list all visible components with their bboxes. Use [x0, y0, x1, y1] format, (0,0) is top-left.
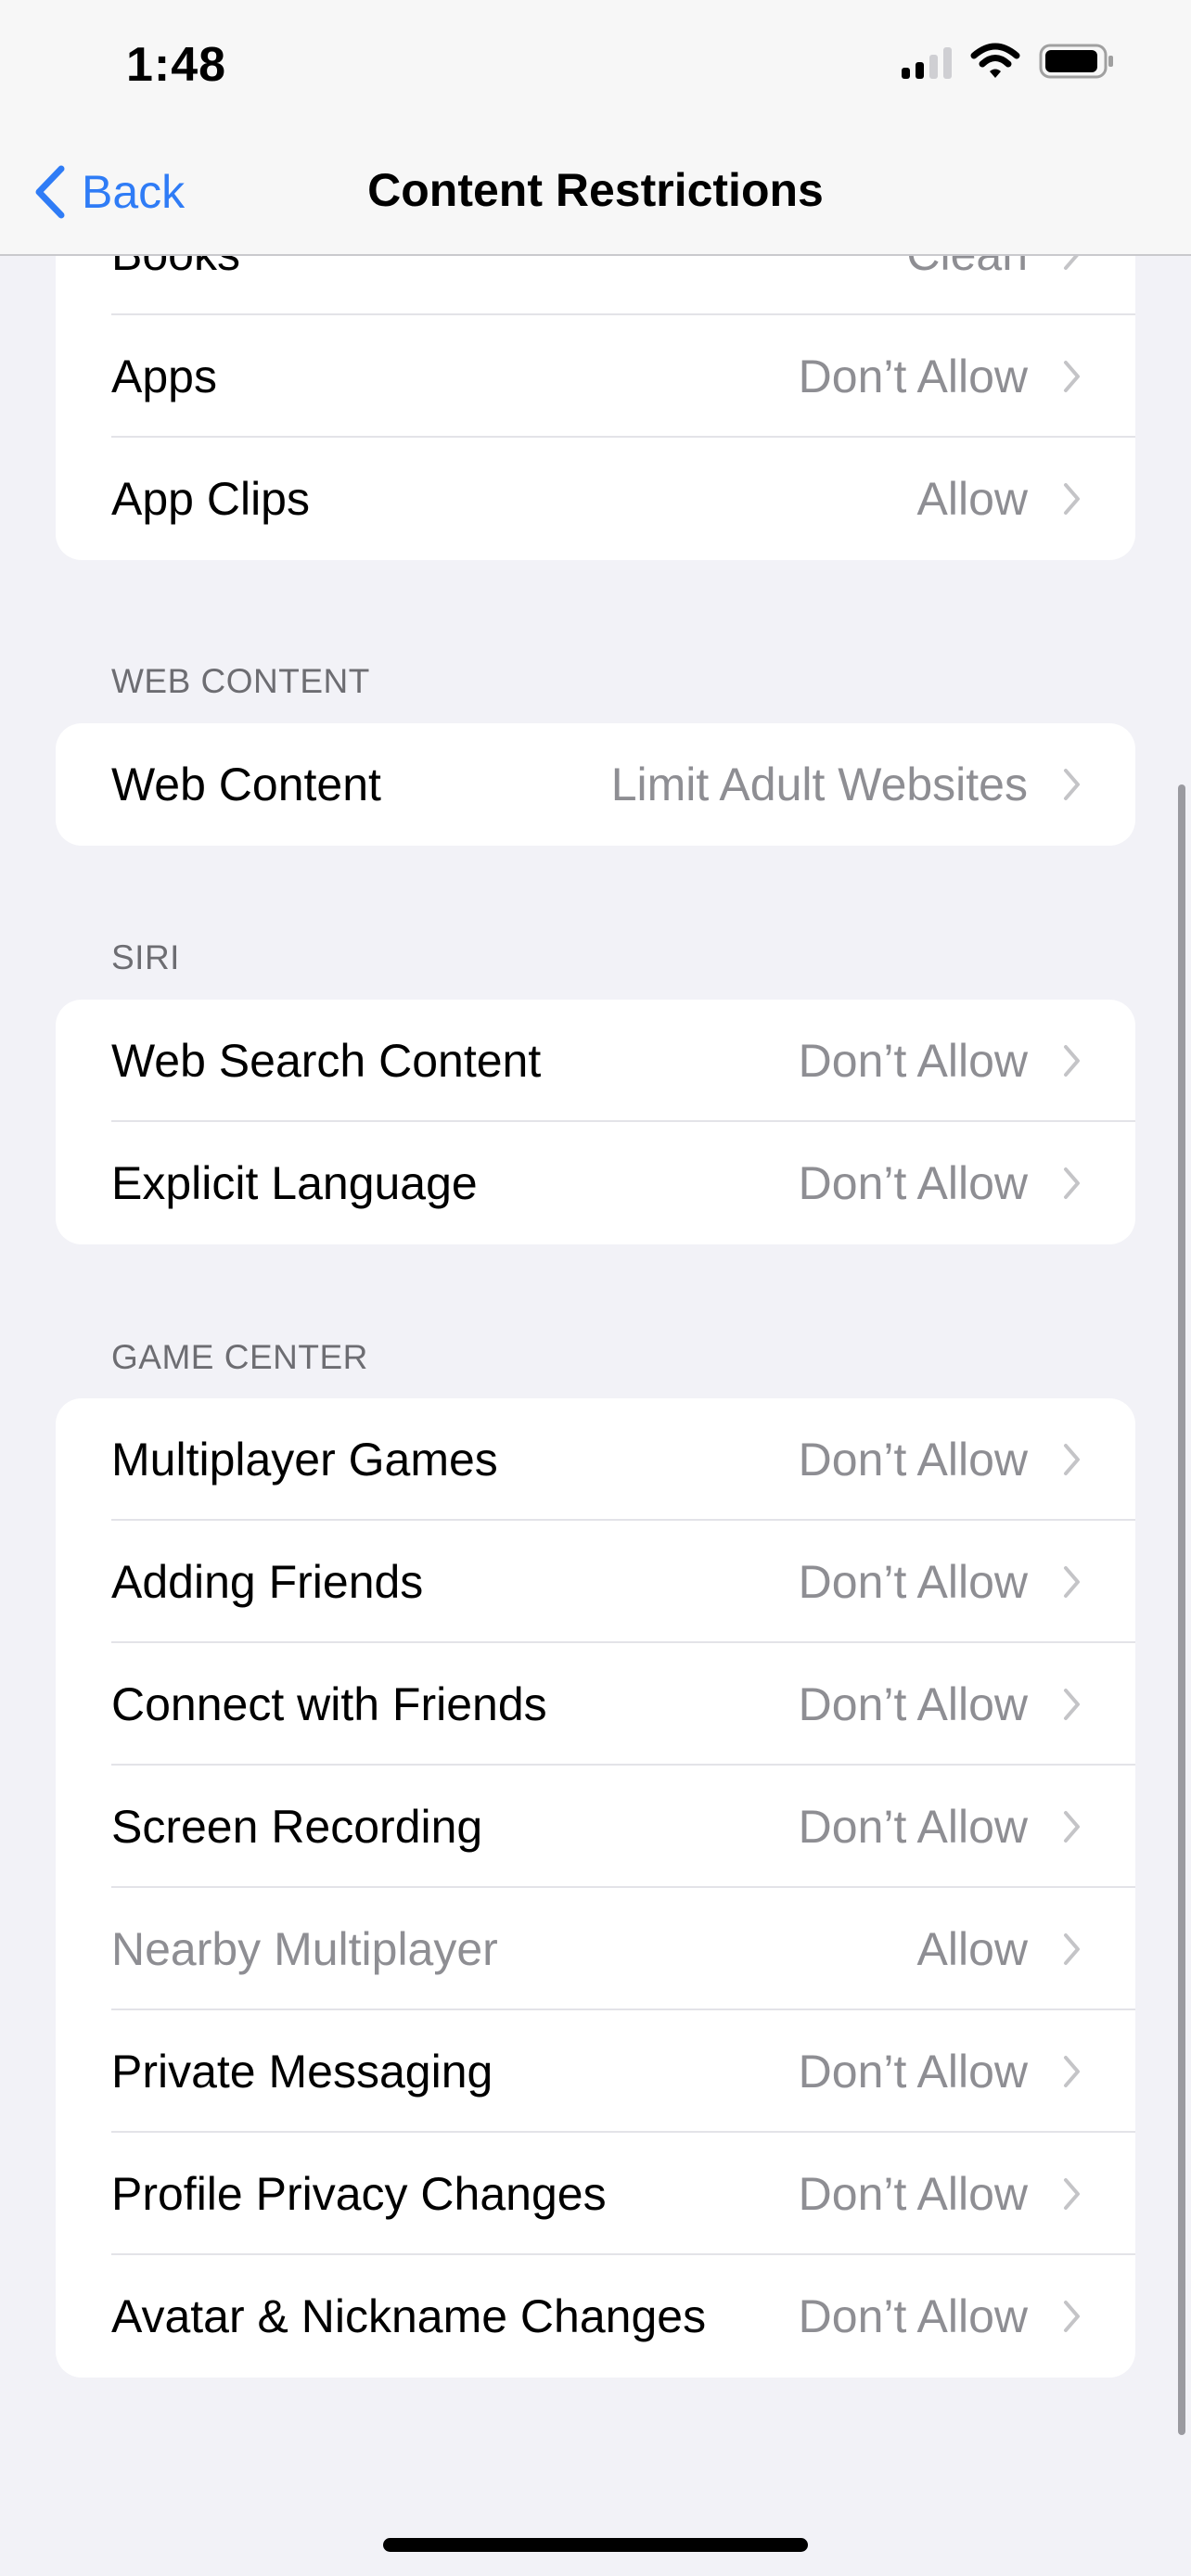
row-value: Don’t Allow	[798, 1556, 1028, 1608]
row-label: Multiplayer Games	[111, 1434, 498, 1486]
status-time: 1:48	[126, 38, 227, 92]
row-value: Don’t Allow	[798, 351, 1028, 402]
status-bar: 1:48	[0, 0, 1191, 139]
row-value: Allow	[916, 473, 1028, 525]
row-apps[interactable]: Apps Don’t Allow	[56, 315, 1135, 438]
battery-icon	[1039, 44, 1113, 79]
chevron-right-icon	[1064, 361, 1080, 392]
row-value: Don’t Allow	[798, 1678, 1028, 1730]
section-header-web-content: WEB CONTENT	[111, 662, 370, 700]
chevron-right-icon	[1064, 1444, 1080, 1475]
row-profile-privacy-changes[interactable]: Profile Privacy Changes Don’t Allow	[56, 2133, 1135, 2255]
row-multiplayer-games[interactable]: Multiplayer Games Don’t Allow	[56, 1398, 1135, 1521]
row-app-clips[interactable]: App Clips Allow	[56, 438, 1135, 560]
row-label: Web Content	[111, 759, 381, 810]
row-value: Don’t Allow	[798, 1035, 1028, 1087]
row-label: Apps	[111, 351, 217, 402]
row-private-messaging[interactable]: Private Messaging Don’t Allow	[56, 2010, 1135, 2133]
row-label: Avatar & Nickname Changes	[111, 2290, 707, 2342]
navigation-bar: Back Content Restrictions	[0, 139, 1191, 256]
row-value: Don’t Allow	[798, 1434, 1028, 1486]
row-label: Explicit Language	[111, 1157, 478, 1209]
section-header-game-center: GAME CENTER	[111, 1338, 368, 1376]
chevron-right-icon	[1064, 2301, 1080, 2332]
row-value: Don’t Allow	[798, 2290, 1028, 2342]
scroll-indicator[interactable]	[1178, 784, 1185, 2435]
section-header-siri: SIRI	[111, 938, 180, 976]
status-icons	[902, 43, 1115, 80]
wifi-icon	[970, 43, 1020, 78]
row-label: Private Messaging	[111, 2046, 493, 2098]
chevron-right-icon	[1064, 769, 1080, 800]
cellular-signal-icon	[902, 44, 952, 79]
row-label: Profile Privacy Changes	[111, 2168, 607, 2220]
siri-card: Web Search Content Don’t Allow Explicit …	[56, 1000, 1135, 1244]
chevron-right-icon	[1064, 2178, 1080, 2210]
row-value: Allow	[916, 1923, 1028, 1975]
row-screen-recording[interactable]: Screen Recording Don’t Allow	[56, 1766, 1135, 1888]
chevron-right-icon	[1064, 1167, 1080, 1199]
row-label: Connect with Friends	[111, 1678, 547, 1730]
row-value: Limit Adult Websites	[610, 759, 1028, 810]
row-adding-friends[interactable]: Adding Friends Don’t Allow	[56, 1521, 1135, 1643]
game-center-card: Multiplayer Games Don’t Allow Adding Fri…	[56, 1398, 1135, 2378]
row-connect-with-friends[interactable]: Connect with Friends Don’t Allow	[56, 1643, 1135, 1766]
chevron-right-icon	[1064, 2056, 1080, 2087]
chevron-right-icon	[1064, 483, 1080, 515]
row-value: Don’t Allow	[798, 1801, 1028, 1853]
home-indicator[interactable]	[383, 2538, 808, 2552]
page-title: Content Restrictions	[367, 164, 824, 216]
web-content-card: Web Content Limit Adult Websites	[56, 723, 1135, 846]
row-web-content[interactable]: Web Content Limit Adult Websites	[56, 723, 1135, 846]
chevron-right-icon	[1064, 1811, 1080, 1843]
row-value: Don’t Allow	[798, 2168, 1028, 2220]
row-avatar-nickname-changes[interactable]: Avatar & Nickname Changes Don’t Allow	[56, 2255, 1135, 2378]
row-label: App Clips	[111, 473, 310, 525]
settings-scroll-view[interactable]: Books Clean Apps Don’t Allow App Clips A…	[0, 0, 1191, 2576]
row-value: Don’t Allow	[798, 2046, 1028, 2098]
row-explicit-language[interactable]: Explicit Language Don’t Allow	[56, 1122, 1135, 1244]
row-nearby-multiplayer[interactable]: Nearby Multiplayer Allow	[56, 1888, 1135, 2010]
row-web-search-content[interactable]: Web Search Content Don’t Allow	[56, 1000, 1135, 1122]
chevron-right-icon	[1064, 1045, 1080, 1077]
row-label: Web Search Content	[111, 1035, 542, 1087]
chevron-right-icon	[1064, 1689, 1080, 1720]
row-label: Nearby Multiplayer	[111, 1923, 498, 1975]
chevron-right-icon	[1064, 1933, 1080, 1965]
chevron-right-icon	[1064, 1566, 1080, 1598]
row-value: Don’t Allow	[798, 1157, 1028, 1209]
row-label: Adding Friends	[111, 1556, 424, 1608]
row-label: Screen Recording	[111, 1801, 483, 1853]
